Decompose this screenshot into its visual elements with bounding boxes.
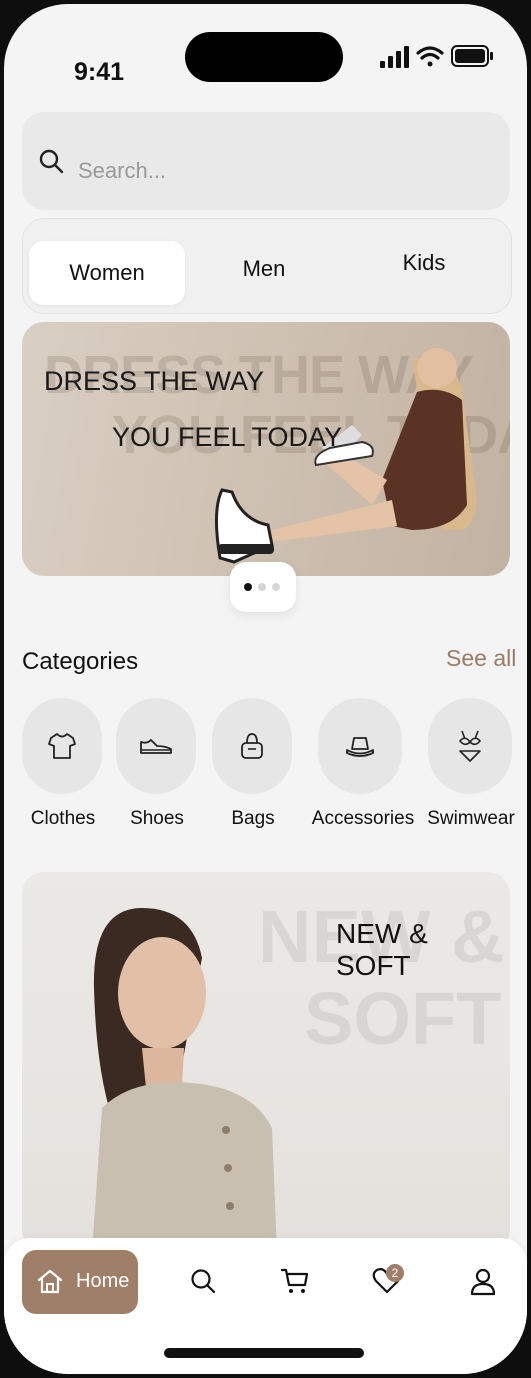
category-bubble [318, 698, 402, 794]
status-time: 9:41 [74, 58, 125, 86]
carousel-dot-active[interactable] [244, 583, 252, 591]
home-indicator [164, 1348, 364, 1358]
home-icon [37, 1269, 63, 1294]
gender-tabs: Women Men Kids [22, 218, 512, 314]
carousel-dot[interactable] [258, 583, 266, 591]
categories-title: Categories [22, 648, 139, 675]
category-label: Bags [231, 808, 275, 829]
tab-women[interactable]: Women [29, 241, 185, 305]
signal-icon [380, 46, 409, 68]
category-accessories[interactable]: Accessories [308, 698, 418, 838]
battery-icon [451, 45, 493, 67]
status-bar: 9:41 [4, 4, 527, 104]
category-bubble [22, 698, 102, 794]
profile-icon[interactable] [468, 1266, 498, 1296]
category-clothes[interactable]: Clothes [22, 698, 104, 838]
shoe-icon [140, 739, 172, 754]
tshirt-icon [48, 733, 76, 759]
category-bags[interactable]: Bags [212, 698, 294, 838]
category-label: Clothes [30, 808, 96, 829]
dynamic-island [185, 32, 343, 82]
bag-icon [241, 733, 263, 759]
category-label: Shoes [130, 808, 184, 829]
status-icons [380, 45, 493, 68]
promo-model-image [92, 908, 277, 1252]
wishlist-badge: 2 [386, 1264, 404, 1282]
category-bubble [428, 698, 512, 794]
search-bar[interactable]: Search... [22, 112, 510, 210]
promo-ghost-text-2: SOFT [304, 977, 502, 1060]
bikini-icon [458, 730, 482, 762]
nav-home-button[interactable]: Home [22, 1250, 138, 1314]
nav-home-label: Home [76, 1270, 130, 1292]
hero-title-line1: DRESS THE WAY [44, 366, 265, 396]
category-label: Accessories [311, 808, 415, 829]
category-label: Swimwear [427, 808, 515, 829]
phone-screen: 9:41 Search... Women Men Kids DRESS THE … [4, 4, 527, 1374]
category-shoes[interactable]: Shoes [116, 698, 198, 838]
tab-kids[interactable]: Kids [345, 231, 503, 295]
cart-icon[interactable] [280, 1266, 310, 1296]
search-icon[interactable] [188, 1266, 218, 1296]
see-all-link[interactable]: See all [446, 645, 516, 672]
carousel-dot[interactable] [272, 583, 280, 591]
hero-banner[interactable]: DRESS THE WAY YOU FEEL TODA DRESS THE WA… [22, 322, 510, 576]
tab-men[interactable]: Men [187, 237, 341, 301]
carousel-indicator [230, 562, 296, 612]
search-icon [39, 149, 64, 174]
hero-title-line2: YOU FEEL TODAY [112, 422, 343, 452]
promo-banner[interactable]: NEW & SOFT NEW & SOFT [22, 872, 510, 1252]
search-input[interactable]: Search... [78, 158, 166, 184]
category-bubble [212, 698, 292, 794]
bucket-hat-icon [346, 737, 374, 757]
category-bubble [116, 698, 196, 794]
promo-headline: NEW & SOFT [336, 918, 428, 981]
category-swimwear[interactable]: Swimwear [424, 698, 518, 838]
wifi-icon [416, 46, 444, 67]
